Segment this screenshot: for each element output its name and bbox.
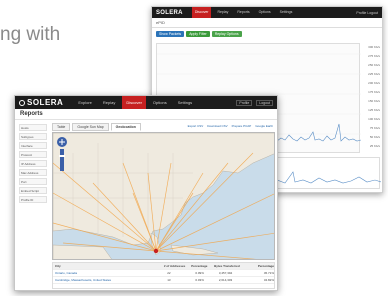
y-tick: 25 Kb/s — [369, 144, 380, 148]
y-tick: 100 Kb/s — [368, 117, 380, 121]
front-logo: SOLERA — [19, 98, 63, 107]
report-subtabs: Table Google Sun Map Geolocation — [52, 123, 141, 131]
y-tick: 75 Kb/s — [369, 126, 380, 130]
column-header[interactable]: Bytes Transferred — [212, 264, 256, 268]
table-row[interactable]: Cambridge, Massachusetts, United States … — [53, 277, 274, 284]
origin-marker-icon[interactable] — [153, 248, 159, 254]
prepare-pcap-link[interactable]: Prepare PCAP — [232, 124, 252, 128]
back-tab-1[interactable]: Replay — [214, 7, 231, 18]
bandwidth-y-axis: 300 Kb/s 275 Kb/s 250 Kb/s 225 Kb/s 200 … — [360, 45, 380, 153]
subtab-google-sun-map[interactable]: Google Sun Map — [72, 123, 109, 131]
table-cell: 3,457,394 — [218, 271, 233, 275]
screenshot-stage: ng with SOLERA Discover Replay Reports O… — [0, 0, 388, 296]
front-tab-1[interactable]: Replay — [99, 96, 119, 109]
sidebar-item[interactable]: Profile ID — [19, 196, 47, 203]
front-tab-4[interactable]: Settings — [174, 96, 196, 109]
y-tick: 50 Kb/s — [369, 135, 380, 139]
export-links: Export CSV Download CSV Prepare PCAP Goo… — [188, 124, 273, 128]
geolocation-table: City # of Addresses Percentage Bytes Tra… — [52, 262, 275, 289]
logout-button[interactable]: Logout — [256, 99, 273, 106]
table-cell: 2,614,303 — [218, 278, 233, 282]
front-top-bar: SOLERA Explore Replay Discover Options S… — [15, 96, 277, 109]
table-cell: 45.71% — [263, 271, 275, 275]
logo-mark-icon — [19, 99, 25, 106]
front-tab-2[interactable]: Discover — [122, 96, 146, 109]
front-logo-text: SOLERA — [27, 98, 64, 107]
table-cell: 13 — [167, 278, 171, 282]
column-header[interactable]: Percentage — [256, 264, 274, 268]
download-csv-link[interactable]: Download CSV — [207, 124, 227, 128]
table-cell[interactable]: Ontario, Canada — [53, 271, 165, 275]
map-canvas — [53, 133, 274, 259]
export-csv-link[interactable]: Export CSV — [188, 124, 204, 128]
y-tick: 175 Kb/s — [368, 90, 380, 94]
back-tab-3[interactable]: Options — [256, 7, 274, 18]
y-tick: 225 Kb/s — [368, 72, 380, 76]
sidebar-item[interactable]: IP Address — [19, 160, 47, 167]
back-button-row: Show Packets Apply Filter Replay Options — [152, 28, 382, 40]
y-tick: 200 Kb/s — [368, 81, 380, 85]
table-cell[interactable]: Cambridge, Massachusetts, United States — [53, 278, 165, 282]
sidebar-item[interactable]: Hosts — [19, 124, 47, 131]
column-header[interactable]: City — [53, 264, 162, 268]
back-logo: SOLERA — [156, 9, 183, 16]
y-tick: 300 Kb/s — [368, 45, 380, 49]
table-cell: 34.82% — [263, 278, 275, 282]
marketing-tagline: ng with — [0, 24, 61, 45]
column-header[interactable]: Percentage — [189, 264, 212, 268]
back-tab-2[interactable]: Reports — [234, 7, 252, 18]
back-subtitle: ePID — [152, 18, 382, 28]
table-cell: 0.03% — [195, 278, 204, 282]
y-tick: 250 Kb/s — [368, 63, 380, 67]
sidebar-item[interactable]: Interface — [19, 142, 47, 149]
subtab-table[interactable]: Table — [52, 123, 71, 131]
geolocation-map[interactable] — [52, 132, 275, 260]
sidebar-item[interactable]: Protocol — [19, 151, 47, 158]
front-window: SOLERA Explore Replay Discover Options S… — [14, 95, 278, 291]
profile-button[interactable]: Profile — [236, 99, 253, 106]
north-america-landmass — [53, 133, 274, 246]
show-packets-button[interactable]: Show Packets — [156, 31, 185, 37]
sidebar-item[interactable]: Subtypes — [19, 133, 47, 140]
subtab-geolocation[interactable]: Geolocation — [110, 123, 141, 131]
sidebar-item[interactable]: Mac Address — [19, 169, 47, 176]
front-right-links: Profile Logout — [236, 99, 277, 106]
column-header[interactable]: # of Addresses — [162, 264, 189, 268]
y-tick: 150 Kb/s — [368, 99, 380, 103]
page-title: Reports — [15, 109, 277, 120]
front-tab-0[interactable]: Explore — [74, 96, 96, 109]
filter-sidebar: Hosts Subtypes Interface Protocol IP Add… — [19, 124, 47, 205]
table-cell: 0.09% — [195, 271, 204, 275]
cuba-landmass — [170, 244, 219, 256]
back-tab-4[interactable]: Settings — [277, 7, 296, 18]
table-row[interactable]: Ontario, Canada 22 0.09% 3,457,394 45.71… — [53, 270, 274, 277]
table-cell: 22 — [167, 271, 171, 275]
back-tab-0[interactable]: Discover — [191, 7, 212, 18]
y-tick: 275 Kb/s — [368, 54, 380, 58]
replay-options-button[interactable]: Replay Options — [211, 31, 242, 37]
front-tab-3[interactable]: Options — [149, 96, 171, 109]
apply-filter-button[interactable]: Apply Filter — [186, 31, 210, 37]
sidebar-item[interactable]: Embed Script — [19, 187, 47, 194]
back-top-bar: SOLERA Discover Replay Reports Options S… — [152, 7, 382, 18]
mexico-landmass — [53, 244, 112, 259]
google-earth-link[interactable]: Google Earth — [255, 124, 273, 128]
sidebar-item[interactable]: Port — [19, 178, 47, 185]
table-header-row: City # of Addresses Percentage Bytes Tra… — [53, 263, 274, 270]
back-profile-links[interactable]: Profile Logout — [356, 11, 382, 15]
y-tick: 125 Kb/s — [368, 108, 380, 112]
